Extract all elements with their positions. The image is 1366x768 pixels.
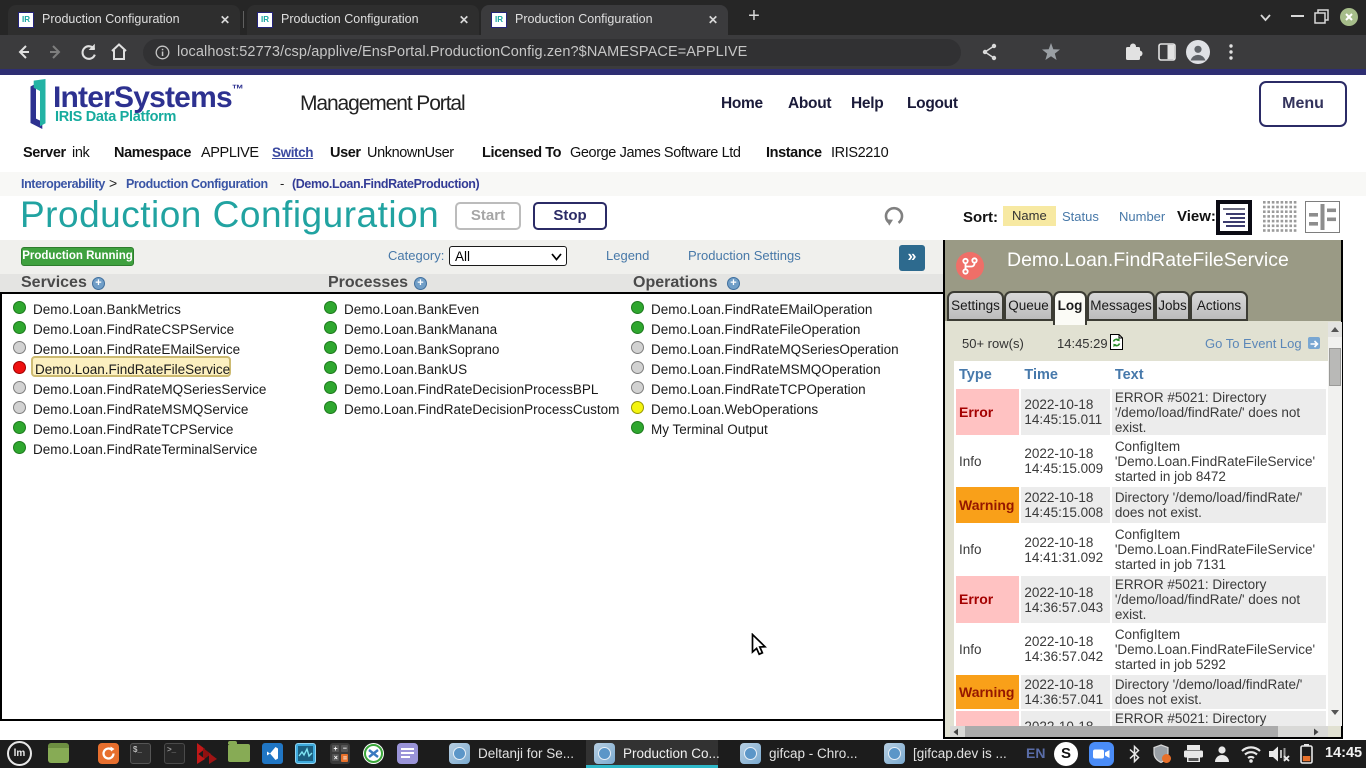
svg-text:−: − (343, 746, 347, 753)
svg-text:+: + (334, 746, 338, 753)
svg-text:=: = (343, 755, 347, 762)
svg-text:×: × (334, 755, 338, 762)
